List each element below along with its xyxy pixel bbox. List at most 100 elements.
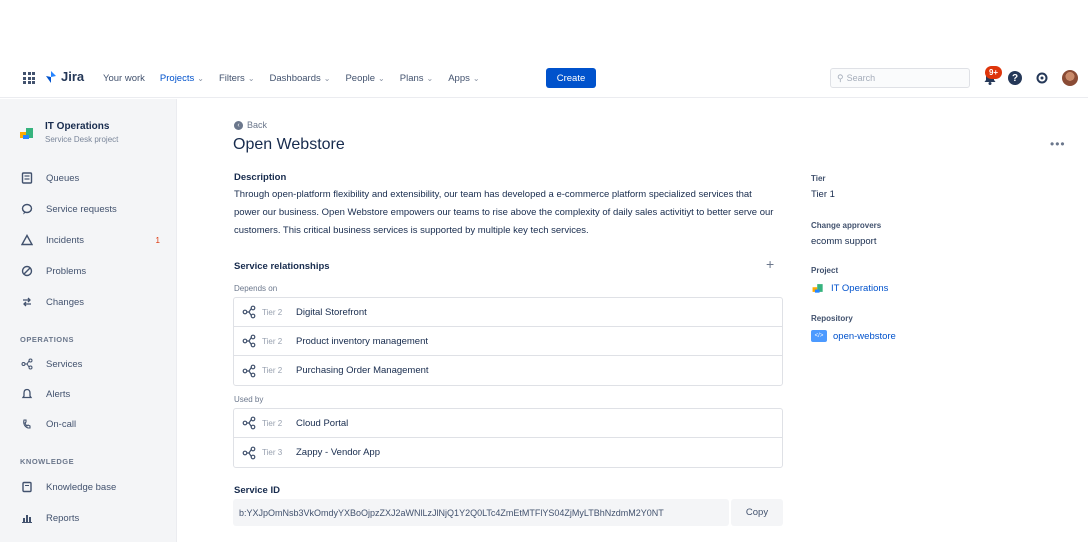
nav-filters[interactable]: Filters ⌄ [219,58,255,98]
sidebar-item-reports[interactable]: Reports [20,511,170,525]
project-name: IT Operations [45,121,110,132]
sidebar-item-problems[interactable]: Problems [20,264,170,278]
back-link[interactable]: ‹ Back [234,120,267,130]
avatar[interactable] [1062,70,1078,86]
sidebar-item-on-call[interactable]: On-call [20,417,170,431]
list-item[interactable]: Tier 2 Cloud Portal [234,409,782,438]
description-heading: Description [234,172,287,183]
search-icon: ⚲ [837,72,844,83]
jira-logo-text: Jira [61,69,85,84]
speech-bubble-icon [20,202,34,216]
project-link-label: IT Operations [831,282,889,294]
list-item[interactable]: Tier 3 Zappy - Vendor App [234,438,782,467]
services-icon [242,305,256,319]
service-name: Product inventory management [296,335,429,347]
repository-icon: </> [811,330,827,342]
help-icon[interactable]: ? [1008,71,1022,85]
sidebar-item-service-requests[interactable]: Service requests [20,202,170,216]
tier-label: Tier 2 [262,366,283,375]
used-by-label: Used by [234,395,264,404]
changes-icon [20,295,34,309]
sidebar-item-label: Knowledge base [46,481,117,493]
create-button[interactable]: Create [546,68,596,88]
notification-badge: 9+ [985,66,1002,79]
add-relationship-icon[interactable]: + [766,256,774,272]
description-text: Through open-platform flexibility and ex… [234,189,774,236]
sidebar-item-queues[interactable]: Queues [20,171,170,185]
copy-button[interactable]: Copy [731,499,783,526]
chevron-down-icon: ⌄ [247,73,255,83]
services-icon [242,364,256,377]
incidents-count-badge: 1 [155,235,160,245]
tier-label: Tier 2 [262,307,283,317]
arrow-left-icon: ‹ [234,120,243,130]
chart-icon [20,511,34,525]
gear-icon[interactable] [1035,71,1049,85]
warning-icon [20,233,34,247]
tier-heading: Tier [811,174,826,183]
used-by-list: Tier 2 Cloud Portal Tier 3 Zappy - Vendo… [233,408,783,468]
sidebar-item-services[interactable]: Services [20,357,170,371]
search-placeholder: Search [846,73,876,83]
tier-value: Tier 1 [811,189,835,200]
more-actions-icon[interactable]: ••• [1050,137,1066,151]
service-id-field[interactable]: b:YXJpOmNsb3VkOmdyYXBoOjpzZXJ2aWNlLzJlNj… [233,499,729,526]
sidebar-item-label: Changes [46,296,85,308]
sidebar-item-alerts[interactable]: Alerts [20,387,170,401]
top-navigation-bar: Jira Your work Projects ⌄ Filters ⌄ Dashbo… [0,58,1088,98]
service-name: Purchasing Order Management [296,365,429,376]
sidebar-item-label: Problems [46,265,87,277]
jira-logo-icon [46,70,56,83]
service-name: Cloud Portal [296,417,349,429]
sidebar-item-knowledge-base[interactable]: Knowledge base [20,480,170,494]
nav-label: Projects [159,72,195,84]
nav-label: Your work [103,72,145,84]
project-link[interactable]: IT Operations [811,281,888,295]
depends-on-list: Tier 2 Digital Storefront Tier 2 Product… [233,297,783,386]
tier-label: Tier 2 [262,336,283,346]
sidebar-item-label: Service requests [46,203,117,215]
book-icon [20,480,34,494]
nav-label: Dashboards [269,72,321,84]
services-icon [20,357,34,371]
app-switcher-icon[interactable] [23,72,35,84]
chevron-down-icon: ⌄ [378,73,385,83]
nav-plans[interactable]: Plans ⌄ [400,58,433,98]
sidebar: IT Operations Service Desk project Queue… [0,99,177,542]
project-type: Service Desk project [45,135,119,144]
nav-label: Plans [399,72,424,84]
nav-people[interactable]: People ⌄ [345,58,384,98]
chevron-down-icon: ⌄ [197,73,204,83]
knowledge-heading: KNOWLEDGE [20,457,75,466]
sidebar-item-label: Alerts [46,388,71,400]
repository-link-label: open-webstore [833,330,896,342]
list-item[interactable]: Tier 2 Digital Storefront [234,298,782,327]
nav-apps[interactable]: Apps ⌄ [448,58,479,98]
service-relationships-heading: Service relationships [234,261,330,272]
project-header[interactable]: IT Operations Service Desk project [18,121,118,144]
sidebar-item-changes[interactable]: Changes [20,295,170,309]
nav-dashboards[interactable]: Dashboards ⌄ [270,58,331,98]
back-label: Back [247,120,268,130]
queues-icon [20,171,34,185]
chevron-down-icon: ⌄ [472,73,480,83]
nav-projects[interactable]: Projects ⌄ [160,58,204,98]
list-item[interactable]: Tier 2 Product inventory management [234,327,782,356]
chevron-down-icon: ⌄ [323,73,331,83]
sidebar-item-label: Reports [46,512,80,524]
page-title: Open Webstore [233,136,345,153]
chevron-down-icon: ⌄ [426,73,434,83]
services-icon [242,416,256,430]
nav-label: Apps [448,72,470,84]
services-icon [242,334,256,348]
nav-your-work[interactable]: Your work [103,58,145,98]
sidebar-item-incidents[interactable]: Incidents 1 [20,233,170,247]
change-approvers-heading: Change approvers [811,221,882,230]
search-input[interactable]: ⚲ Search [830,68,970,88]
repository-heading: Repository [811,314,853,323]
tier-label: Tier 2 [262,418,283,428]
jira-logo[interactable]: Jira [44,69,84,84]
repository-link[interactable]: </> open-webstore [811,330,896,342]
list-item[interactable]: Tier 2 Purchasing Order Management [234,356,782,385]
services-icon [242,446,256,459]
